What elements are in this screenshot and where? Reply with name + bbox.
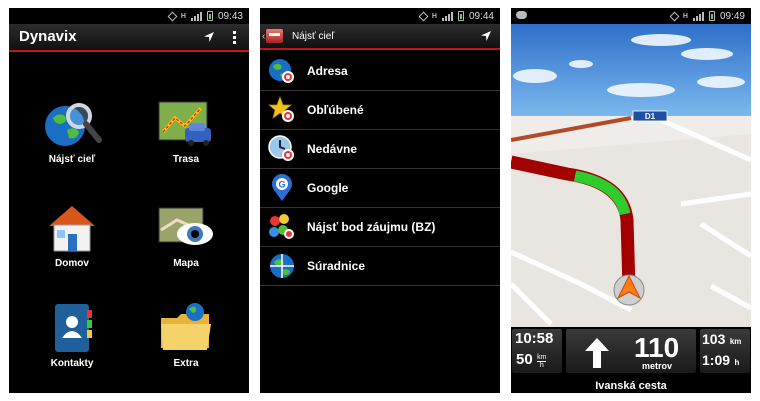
list-item-recent[interactable]: Nedávne [260, 130, 500, 169]
globe-magnifier-icon [41, 96, 103, 152]
find-destination-screen: H 09:44 ‹ Nájsť cieľ Adresa Obľúbené Ned… [260, 8, 500, 393]
signal-icon [441, 11, 453, 21]
status-bar: H 09:44 [260, 8, 500, 24]
app-bar: Dynavix [9, 24, 249, 52]
app-bar: ‹ Nájsť cieľ [260, 24, 500, 50]
svg-text:G: G [278, 180, 285, 190]
tile-label: Trasa [172, 154, 200, 165]
tile-label: Domov [55, 258, 89, 269]
navigation-hud: 10:58 50 km h 110 metrov 103 km 1:09 h I… [511, 327, 751, 393]
house-icon [41, 200, 103, 256]
list-item-poi[interactable]: Nájsť bod záujmu (BZ) [260, 208, 500, 247]
remaining-time: 1:09 [702, 352, 731, 368]
list-item-label: Súradnice [307, 259, 366, 273]
road-sign-label: D1 [645, 112, 656, 121]
list-item-label: Google [307, 181, 349, 195]
app-logo-icon [266, 29, 284, 43]
clock-target-icon [268, 135, 296, 163]
list-item-label: Nedávne [307, 142, 358, 156]
turn-distance: 110 [634, 332, 680, 363]
battery-icon [206, 11, 213, 21]
globe-target-icon [268, 57, 296, 85]
tile-map[interactable]: Mapa [131, 200, 241, 269]
hspa-icon: H [682, 12, 688, 20]
globe-crosshair-icon [268, 252, 296, 280]
tile-contacts[interactable]: Kontakty [17, 300, 127, 369]
battery-icon [708, 11, 715, 21]
chevron-left-icon: ‹ [262, 30, 266, 42]
tile-route[interactable]: Trasa [131, 96, 241, 165]
tile-find-destination[interactable]: Nájsť cieľ [17, 96, 127, 165]
status-bar: H 09:43 [9, 8, 249, 24]
remaining-distance-unit: km [729, 337, 742, 346]
next-maneuver-card: 110 metrov [566, 329, 696, 373]
contacts-book-icon [41, 300, 103, 356]
tile-extra[interactable]: Extra [131, 300, 241, 369]
signal-icon [190, 11, 202, 21]
hspa-icon: H [180, 12, 186, 20]
signal-icon [692, 11, 704, 21]
navigation-screen: H 09:49 D1 10:58 50 km h 110 metrov 103 … [511, 8, 751, 393]
route-map-car-icon [155, 96, 217, 152]
speed-unit: km h [537, 354, 547, 369]
arrival-time: 10:58 [515, 330, 554, 347]
current-speed: 50 [516, 351, 533, 368]
list-item-coordinates[interactable]: Súradnice [260, 247, 500, 286]
status-clock: 09:44 [468, 10, 494, 22]
tile-label: Mapa [173, 258, 199, 269]
remaining-time-unit: h [734, 358, 740, 367]
remaining-distance: 103 [702, 331, 726, 347]
poi-icons-icon [268, 213, 296, 241]
status-clock: 09:43 [217, 10, 243, 22]
street-name: Ivanská cesta [595, 380, 667, 392]
map-view[interactable]: D1 [511, 24, 751, 328]
gps-icon [167, 11, 178, 21]
app-title: Dynavix [19, 28, 77, 45]
gps-icon [669, 11, 680, 21]
list-item-label: Adresa [307, 64, 348, 78]
battery-icon [457, 11, 464, 21]
trip-right-card: 103 km 1:09 h [700, 329, 750, 373]
trip-left-card: 10:58 50 km h [512, 329, 562, 373]
folder-globe-icon [155, 300, 217, 356]
status-clock: 09:49 [719, 10, 745, 22]
list-item-google[interactable]: G Google [260, 169, 500, 208]
main-menu-grid: Nájsť cieľ Trasa Domov Mapa Kontakty Ext… [9, 54, 249, 393]
back-button[interactable]: ‹ [262, 29, 284, 43]
chat-notification-icon [516, 11, 527, 19]
tile-label: Kontakty [50, 358, 94, 369]
status-bar: H 09:49 [511, 8, 751, 24]
list-item-label: Nájsť bod záujmu (BZ) [307, 220, 436, 234]
navigation-arrow-icon[interactable] [480, 30, 492, 42]
overflow-menu-icon[interactable] [233, 31, 237, 44]
map-eye-icon [155, 200, 217, 256]
highway-sign: D1 [632, 110, 668, 122]
list-item-favorites[interactable]: Obľúbené [260, 91, 500, 130]
page-title: Nájsť cieľ [292, 31, 335, 42]
tile-home[interactable]: Domov [17, 200, 127, 269]
home-screen: H 09:43 Dynavix Nájsť cieľ Trasa Domov M… [9, 8, 249, 393]
tile-label: Nájsť cieľ [48, 154, 96, 165]
list-item-address[interactable]: Adresa [260, 52, 500, 91]
navigation-arrow-icon[interactable] [203, 31, 215, 43]
straight-arrow-icon [585, 338, 609, 368]
list-item-label: Obľúbené [307, 103, 364, 117]
star-target-icon [267, 95, 296, 124]
turn-distance-unit: metrov [642, 361, 673, 371]
tile-label: Extra [173, 358, 199, 369]
destination-options-list: Adresa Obľúbené Nedávne G Google Nájsť b… [260, 52, 500, 286]
google-pin-icon: G [268, 174, 296, 202]
vehicle-position-icon [613, 274, 645, 306]
hspa-icon: H [431, 12, 437, 20]
gps-icon [418, 11, 429, 21]
